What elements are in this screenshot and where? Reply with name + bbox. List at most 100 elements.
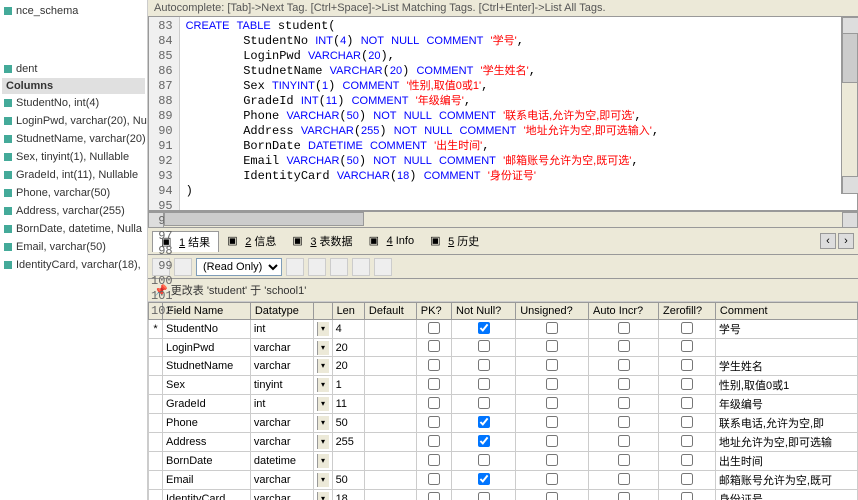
column-item[interactable]: StudnetName, varchar(20)	[2, 130, 145, 148]
grid-checkbox[interactable]	[546, 416, 558, 428]
grid-checkbox[interactable]	[546, 359, 558, 371]
datatype-cell[interactable]: int	[250, 395, 313, 414]
unsigned-cell[interactable]	[516, 490, 589, 500]
field-name-cell[interactable]: Phone	[163, 414, 251, 433]
unsigned-cell[interactable]	[516, 339, 589, 357]
default-cell[interactable]	[364, 395, 416, 414]
unsigned-cell[interactable]	[516, 452, 589, 471]
grid-checkbox[interactable]	[546, 322, 558, 334]
datatype-cell[interactable]: varchar	[250, 433, 313, 452]
grid-checkbox[interactable]	[618, 473, 630, 485]
default-cell[interactable]	[364, 490, 416, 500]
grid-checkbox[interactable]	[478, 435, 490, 447]
zerofill-cell[interactable]	[658, 471, 715, 490]
grid-checkbox[interactable]	[546, 378, 558, 390]
grid-checkbox[interactable]	[618, 454, 630, 466]
autoincr-cell[interactable]	[589, 471, 659, 490]
pk-cell[interactable]	[416, 490, 451, 500]
grid-checkbox[interactable]	[428, 454, 440, 466]
autoincr-cell[interactable]	[589, 395, 659, 414]
tab-2[interactable]: ▣2 信息	[219, 231, 284, 252]
len-cell[interactable]: 50	[332, 414, 364, 433]
table-row[interactable]: Sextinyint▾1性别,取值0或1	[149, 376, 858, 395]
comment-cell[interactable]: 联系电话,允许为空,即	[715, 414, 857, 433]
grid-header[interactable]: Len	[332, 303, 364, 320]
len-cell[interactable]: 4	[332, 320, 364, 339]
grid-checkbox[interactable]	[546, 340, 558, 352]
comment-cell[interactable]: 性别,取值0或1	[715, 376, 857, 395]
grid-checkbox[interactable]	[428, 359, 440, 371]
grid-checkbox[interactable]	[618, 359, 630, 371]
grid-header[interactable]	[313, 303, 332, 320]
datatype-cell[interactable]: tinyint	[250, 376, 313, 395]
autoincr-cell[interactable]	[589, 339, 659, 357]
column-item[interactable]: Sex, tinyint(1), Nullable	[2, 148, 145, 166]
grid-checkbox[interactable]	[681, 340, 693, 352]
grid-header[interactable]: PK?	[416, 303, 451, 320]
grid-checkbox[interactable]	[478, 359, 490, 371]
pk-cell[interactable]	[416, 320, 451, 339]
notnull-cell[interactable]	[452, 490, 516, 500]
unsigned-cell[interactable]	[516, 414, 589, 433]
autoincr-cell[interactable]	[589, 357, 659, 376]
tool-btn-5[interactable]	[330, 258, 348, 276]
len-cell[interactable]: 1	[332, 376, 364, 395]
default-cell[interactable]	[364, 433, 416, 452]
grid-checkbox[interactable]	[478, 378, 490, 390]
zerofill-cell[interactable]	[658, 376, 715, 395]
grid-header[interactable]: Unsigned?	[516, 303, 589, 320]
autoincr-cell[interactable]	[589, 376, 659, 395]
grid-checkbox[interactable]	[681, 322, 693, 334]
tab-5[interactable]: ▣5 历史	[422, 231, 487, 252]
zerofill-cell[interactable]	[658, 414, 715, 433]
grid-header[interactable]: Not Null?	[452, 303, 516, 320]
grid-checkbox[interactable]	[478, 416, 490, 428]
tab-4[interactable]: ▣4 Info	[361, 231, 423, 252]
len-cell[interactable]: 20	[332, 357, 364, 376]
table-row[interactable]: BornDatedatetime▾出生时间	[149, 452, 858, 471]
datatype-cell[interactable]: varchar	[250, 490, 313, 500]
field-name-cell[interactable]: GradeId	[163, 395, 251, 414]
comment-cell[interactable]	[715, 339, 857, 357]
tool-btn-2[interactable]	[174, 258, 192, 276]
pk-cell[interactable]	[416, 339, 451, 357]
tree-table[interactable]: dent	[2, 60, 145, 78]
default-cell[interactable]	[364, 471, 416, 490]
grid-checkbox[interactable]	[618, 378, 630, 390]
grid-checkbox[interactable]	[478, 492, 490, 500]
horizontal-scrollbar[interactable]	[148, 211, 858, 227]
grid-checkbox[interactable]	[478, 340, 490, 352]
datatype-dropdown[interactable]: ▾	[313, 471, 332, 490]
autoincr-cell[interactable]	[589, 433, 659, 452]
notnull-cell[interactable]	[452, 320, 516, 339]
zerofill-cell[interactable]	[658, 357, 715, 376]
default-cell[interactable]	[364, 320, 416, 339]
grid-checkbox[interactable]	[681, 397, 693, 409]
autoincr-cell[interactable]	[589, 452, 659, 471]
table-row[interactable]: GradeIdint▾11年级编号	[149, 395, 858, 414]
datatype-dropdown[interactable]: ▾	[313, 414, 332, 433]
grid-checkbox[interactable]	[681, 473, 693, 485]
autoincr-cell[interactable]	[589, 320, 659, 339]
len-cell[interactable]: 11	[332, 395, 364, 414]
scroll-right-btn[interactable]	[842, 212, 858, 228]
column-item[interactable]: LoginPwd, varchar(20), Nu	[2, 112, 145, 130]
pk-cell[interactable]	[416, 395, 451, 414]
zerofill-cell[interactable]	[658, 452, 715, 471]
column-item[interactable]: StudentNo, int(4)	[2, 94, 145, 112]
grid-checkbox[interactable]	[478, 473, 490, 485]
columns-header[interactable]: Columns	[2, 78, 145, 94]
grid-checkbox[interactable]	[428, 397, 440, 409]
grid-checkbox[interactable]	[618, 340, 630, 352]
grid-checkbox[interactable]	[681, 492, 693, 500]
notnull-cell[interactable]	[452, 395, 516, 414]
field-name-cell[interactable]: BornDate	[163, 452, 251, 471]
notnull-cell[interactable]	[452, 376, 516, 395]
unsigned-cell[interactable]	[516, 376, 589, 395]
pk-cell[interactable]	[416, 433, 451, 452]
datatype-cell[interactable]: varchar	[250, 339, 313, 357]
datatype-cell[interactable]: varchar	[250, 414, 313, 433]
datatype-cell[interactable]: int	[250, 320, 313, 339]
autoincr-cell[interactable]	[589, 490, 659, 500]
grid-checkbox[interactable]	[681, 359, 693, 371]
